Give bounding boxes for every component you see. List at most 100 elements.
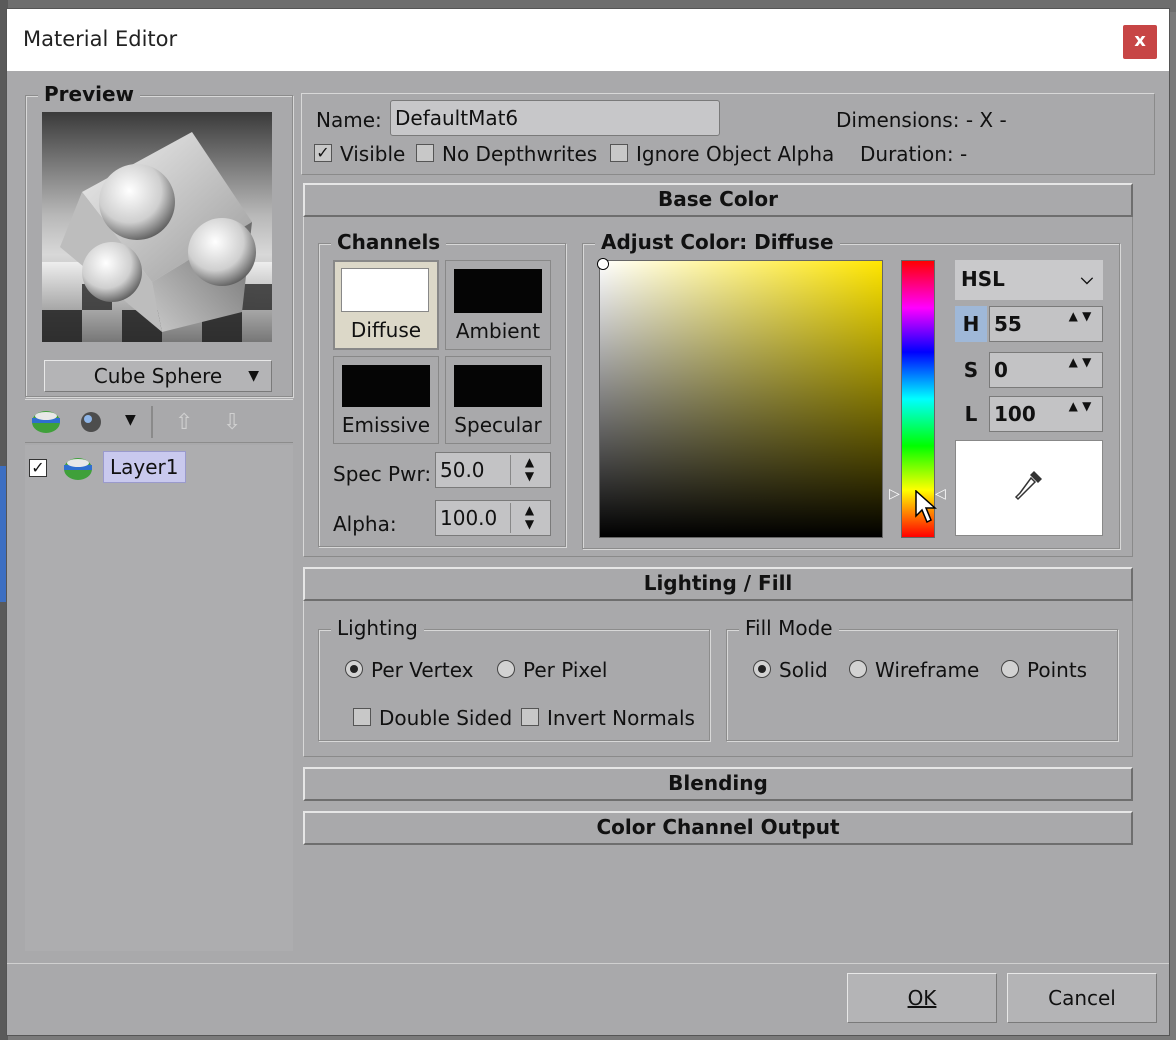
per-pixel-label: Per Pixel: [523, 658, 608, 682]
layer-icon: [63, 457, 93, 481]
color-field[interactable]: [598, 259, 883, 538]
preview-shape-label: Cube Sphere: [93, 364, 223, 388]
ambient-swatch: [454, 269, 542, 313]
diffuse-channel[interactable]: Diffuse: [333, 260, 439, 350]
layer-name[interactable]: Layer1: [103, 451, 186, 483]
h-spinner-icon[interactable]: ▲ ▼: [1060, 309, 1100, 339]
move-down-icon[interactable]: ⇩: [223, 410, 241, 435]
specular-label: Specular: [454, 413, 542, 437]
solid-radio[interactable]: [753, 660, 771, 678]
add-layer-icon[interactable]: [31, 410, 61, 434]
diffuse-swatch: [341, 268, 429, 312]
lighting-fill-panel: Lighting Per Vertex Per Pixel Double Sid…: [303, 601, 1133, 757]
invert-normals-checkbox[interactable]: [521, 708, 539, 726]
ambient-channel[interactable]: Ambient: [445, 260, 551, 350]
name-input[interactable]: DefaultMat6: [390, 100, 720, 136]
wireframe-label: Wireframe: [875, 658, 980, 682]
alpha-spinner-icon[interactable]: ▲ ▼: [510, 503, 548, 533]
name-label: Name:: [316, 108, 382, 132]
eyedropper-icon[interactable]: [1014, 469, 1044, 505]
emissive-label: Emissive: [341, 413, 431, 437]
s-label: S: [963, 358, 979, 382]
points-radio[interactable]: [1001, 660, 1019, 678]
specular-channel[interactable]: Specular: [445, 356, 551, 444]
h-input[interactable]: 55 ▲ ▼: [989, 306, 1103, 342]
material-preview-image: [42, 112, 272, 342]
alpha-value: 100.0: [440, 506, 498, 530]
preview-shape-select[interactable]: Cube Sphere ▼: [44, 360, 272, 392]
dimensions-readout: Dimensions: - X -: [836, 108, 1007, 132]
s-input[interactable]: 0 ▲ ▼: [989, 352, 1103, 388]
color-field-cursor: [598, 259, 608, 269]
cube-sphere-render: [42, 132, 272, 342]
visible-label: Visible: [340, 142, 406, 166]
fill-mode-title: Fill Mode: [739, 616, 839, 640]
base-color-header[interactable]: Base Color: [303, 183, 1133, 217]
preview-group: Preview Cube Sphere ▼: [25, 82, 293, 397]
per-pixel-radio[interactable]: [497, 660, 515, 678]
ignore-object-alpha-checkbox[interactable]: [610, 144, 628, 162]
alpha-label: Alpha:: [333, 512, 397, 536]
diffuse-label: Diffuse: [350, 318, 422, 342]
double-sided-checkbox[interactable]: [353, 708, 371, 726]
toolbar-divider: [151, 406, 153, 438]
general-group: Name: DefaultMat6 Dimensions: - X - ✓ Vi…: [301, 93, 1155, 175]
layer-visibility-checkbox[interactable]: ✓: [29, 459, 47, 477]
emissive-swatch: [342, 365, 430, 407]
adjust-color-title: Adjust Color: Diffuse: [595, 230, 840, 254]
no-depthwrites-label: No Depthwrites: [442, 142, 598, 166]
window-title: Material Editor: [23, 27, 178, 51]
cancel-button[interactable]: Cancel: [1007, 973, 1157, 1023]
blending-header[interactable]: Blending: [303, 767, 1133, 801]
no-depthwrites-checkbox[interactable]: [416, 144, 434, 162]
ambient-label: Ambient: [455, 319, 541, 343]
close-button[interactable]: x: [1123, 25, 1157, 59]
lighting-group: Lighting Per Vertex Per Pixel Double Sid…: [318, 616, 710, 741]
chevron-down-icon: ▼: [248, 368, 259, 384]
hue-marker-left-icon: ▷: [889, 486, 900, 502]
adjust-color-group: Adjust Color: Diffuse ▷ ◁ HSL ⌵ H 55 ▲ ▼: [582, 230, 1120, 549]
color-channel-output-header[interactable]: Color Channel Output: [303, 811, 1133, 845]
ignore-object-alpha-label: Ignore Object Alpha: [636, 142, 835, 166]
l-label: L: [964, 402, 978, 426]
l-input[interactable]: 100 ▲ ▼: [989, 396, 1103, 432]
current-color-swatch[interactable]: [955, 440, 1103, 536]
chevron-down-icon[interactable]: ▼: [125, 412, 136, 428]
spec-pwr-value: 50.0: [440, 458, 485, 482]
name-value: DefaultMat6: [395, 106, 519, 130]
h-label: H: [955, 306, 987, 342]
points-label: Points: [1027, 658, 1088, 682]
h-value: 55: [994, 312, 1022, 336]
s-spinner-icon[interactable]: ▲ ▼: [1060, 355, 1100, 385]
double-sided-label: Double Sided: [379, 706, 513, 730]
layer-toolbar: ▼ ⇧ ⇩: [25, 399, 293, 443]
material-type-icon[interactable]: [79, 410, 109, 434]
layer-row[interactable]: ✓ Layer1: [29, 451, 289, 485]
visible-checkbox[interactable]: ✓: [314, 144, 332, 162]
per-vertex-radio[interactable]: [345, 660, 363, 678]
lighting-fill-header[interactable]: Lighting / Fill: [303, 567, 1133, 601]
base-color-panel: Channels Diffuse Ambient Emissive Specul…: [303, 217, 1133, 557]
ok-button[interactable]: OK: [847, 973, 997, 1023]
specular-swatch: [454, 365, 542, 407]
per-vertex-label: Per Vertex: [371, 658, 474, 682]
s-value: 0: [994, 358, 1008, 382]
spec-pwr-spinner-icon[interactable]: ▲ ▼: [510, 455, 548, 485]
invert-normals-label: Invert Normals: [547, 706, 695, 730]
material-editor-window: Material Editor x Preview Cube Sphere ▼ …: [6, 8, 1170, 1036]
wireframe-radio[interactable]: [849, 660, 867, 678]
spec-pwr-input[interactable]: 50.0 ▲ ▼: [435, 452, 551, 488]
alpha-input[interactable]: 100.0 ▲ ▼: [435, 500, 551, 536]
lighting-title: Lighting: [331, 616, 424, 640]
chevron-down-icon: ⌵: [1080, 269, 1093, 288]
color-mode-select[interactable]: HSL ⌵: [955, 260, 1103, 300]
emissive-channel[interactable]: Emissive: [333, 356, 439, 444]
fill-mode-group: Fill Mode Solid Wireframe Points: [726, 616, 1118, 741]
l-spinner-icon[interactable]: ▲ ▼: [1060, 399, 1100, 429]
color-mode-value: HSL: [961, 267, 1005, 291]
title-bar: Material Editor x: [7, 9, 1169, 71]
channels-group: Channels Diffuse Ambient Emissive Specul…: [318, 230, 566, 547]
move-up-icon[interactable]: ⇧: [175, 410, 193, 435]
solid-label: Solid: [779, 658, 828, 682]
l-value: 100: [994, 402, 1036, 426]
